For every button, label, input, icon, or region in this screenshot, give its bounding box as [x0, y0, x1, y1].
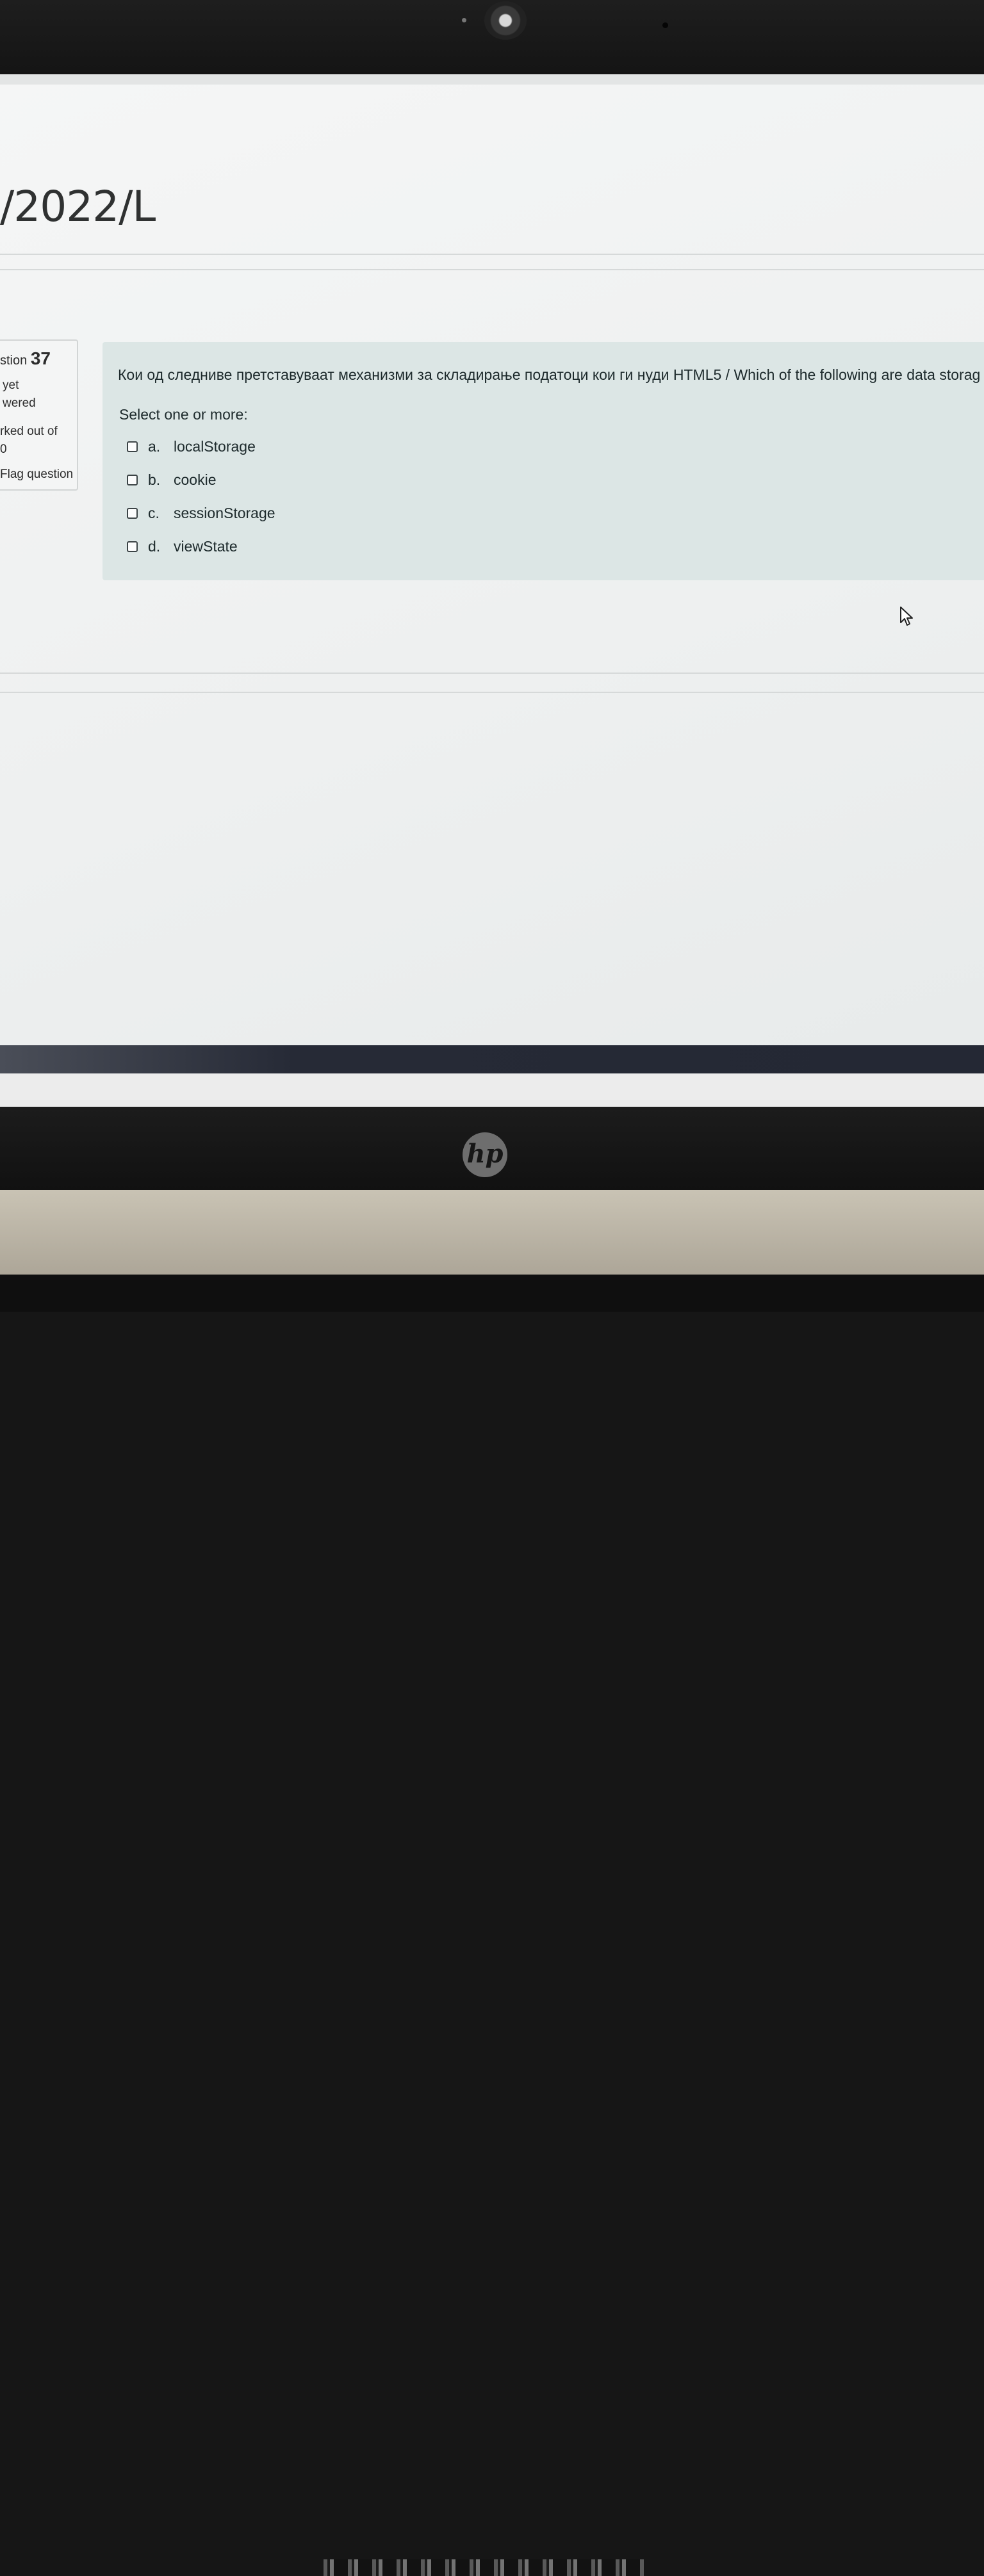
screen: /2022/L stion 37 yet wered rked out of 0…	[0, 74, 984, 1112]
mouse-pointer-icon	[900, 607, 913, 626]
flag-question-link[interactable]: Flag question	[0, 468, 73, 482]
screen-bottom-strip	[0, 1073, 984, 1109]
question-number: stion 37	[0, 348, 51, 369]
checkbox-unchecked-icon[interactable]	[127, 507, 138, 519]
question-grade: rked out of 0	[0, 425, 58, 456]
question-number-prefix: stion	[0, 354, 28, 368]
question-content: Кои од следниве претставуваат механизми …	[102, 342, 984, 580]
laptop-bezel-top	[0, 0, 984, 77]
webcam-icon	[484, 1, 527, 40]
answer-option-d[interactable]: d. viewState	[127, 537, 238, 556]
divider	[0, 254, 984, 255]
camera-light-icon	[462, 18, 466, 22]
question-info-panel: stion 37 yet wered rked out of 0 Flag qu…	[0, 339, 78, 491]
hp-logo-icon: hp	[463, 1132, 507, 1177]
option-label: sessionStorage	[174, 504, 275, 521]
divider	[0, 673, 984, 674]
laptop-body	[0, 1190, 984, 1286]
browser-top-strip	[0, 74, 984, 85]
answer-option-c[interactable]: c. sessionStorage	[127, 503, 275, 523]
divider	[0, 692, 984, 693]
option-letter: d.	[148, 537, 161, 555]
option-letter: c.	[148, 504, 160, 521]
laptop-hinge	[0, 1275, 984, 2576]
option-label: cookie	[174, 471, 217, 488]
sensor-icon	[662, 22, 668, 28]
answer-option-a[interactable]: a. localStorage	[127, 437, 256, 456]
vent-grille	[324, 2559, 644, 2576]
option-letter: b.	[148, 471, 161, 488]
option-label: localStorage	[174, 437, 256, 455]
answer-option-b[interactable]: b. cookie	[127, 470, 216, 489]
taskbar	[0, 1045, 984, 1073]
question-state: yet wered	[3, 379, 36, 410]
option-label: viewState	[174, 537, 238, 555]
question-text: Кои од следниве претставуваат механизми …	[118, 366, 981, 383]
answer-prompt: Select one or more:	[119, 406, 248, 423]
checkbox-unchecked-icon[interactable]	[127, 541, 138, 552]
checkbox-unchecked-icon[interactable]	[127, 441, 138, 452]
question-number-value: 37	[30, 348, 51, 368]
checkbox-unchecked-icon[interactable]	[127, 474, 138, 485]
option-letter: a.	[148, 437, 161, 455]
page-title: /2022/L	[0, 182, 156, 231]
divider	[0, 269, 984, 270]
